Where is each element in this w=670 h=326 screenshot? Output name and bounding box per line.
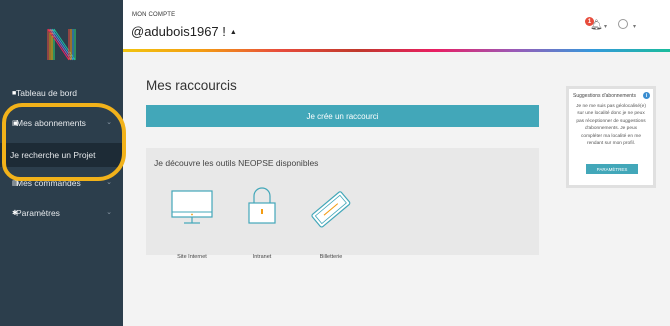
neopse-logo[interactable]: [45, 27, 78, 62]
sidebar-item-label: Tableau de bord: [16, 88, 77, 98]
tool-label: Intranet: [252, 254, 272, 260]
suggestions-text: Je ne me suis pas géolocalisé(e) sur une…: [576, 104, 646, 147]
chevron-down-icon: ⌄: [106, 179, 112, 186]
sidebar-item-label: Je recherche un Projet: [10, 150, 96, 160]
sidebar-item-subscriptions[interactable]: ▣ Mes abonnements ⌄: [0, 112, 123, 134]
sidebar-item-settings[interactable]: ✱ Paramètres ⌄: [0, 202, 123, 224]
suggestions-card: Suggestions d'abonnements i Je ne me sui…: [566, 86, 656, 188]
rainbow-divider: [123, 49, 670, 52]
chevron-down-icon: ⌄: [106, 119, 112, 126]
caret-up-icon: ▲: [229, 29, 237, 37]
tool-billetterie[interactable]: Billetterie: [301, 178, 361, 260]
notification-badge: 1: [585, 17, 594, 26]
tool-label: Billetterie: [319, 254, 343, 260]
orders-icon: ▤: [12, 180, 19, 187]
sidebar-item-label: Paramètres: [16, 208, 60, 218]
sidebar-item-label: Mes commandes: [16, 178, 81, 188]
tool-intranet[interactable]: Intranet: [232, 178, 292, 260]
dashboard-icon: ■: [12, 89, 17, 97]
create-shortcut-button[interactable]: Je crée un raccourci: [146, 105, 539, 127]
username-menu[interactable]: @adubois1967 ! ▲: [131, 24, 237, 39]
lock-icon: [248, 187, 276, 224]
monitor-icon: [171, 190, 213, 224]
settings-button[interactable]: PARAMÈTRES: [586, 164, 638, 174]
user-icon[interactable]: [618, 19, 628, 29]
header: MON COMPTE @adubois1967 ! ▲ 🔔︎ 1 ▾ ▾: [123, 0, 670, 52]
tools-panel: Je découvre les outils NEOPSE disponible…: [146, 148, 539, 260]
account-caption: MON COMPTE: [132, 12, 176, 18]
chevron-down-icon[interactable]: ▾: [604, 23, 607, 30]
page-title: Mes raccourcis: [146, 78, 237, 93]
sidebar-item-label: Mes abonnements: [16, 118, 86, 128]
sidebar-item-orders[interactable]: ▤ Mes commandes ⌄: [0, 172, 123, 194]
sidebar: ■ Tableau de bord ▣ Mes abonnements ⌄ Je…: [0, 0, 123, 326]
tool-site-internet[interactable]: Site Internet: [162, 178, 222, 260]
info-icon[interactable]: i: [643, 92, 650, 99]
sidebar-item-search-project[interactable]: Je recherche un Projet: [0, 143, 123, 167]
username: @adubois1967 !: [131, 24, 226, 39]
chevron-down-icon[interactable]: ▾: [633, 23, 636, 30]
gear-icon: ✱: [12, 210, 18, 217]
sidebar-item-dashboard[interactable]: ■ Tableau de bord: [0, 82, 123, 104]
tools-title: Je découvre les outils NEOPSE disponible…: [154, 158, 319, 168]
chevron-down-icon: ⌄: [106, 209, 112, 216]
tool-label: Site Internet: [177, 254, 207, 260]
ticket-icon: [311, 191, 351, 228]
suggestions-title: Suggestions d'abonnements: [573, 93, 636, 99]
subscriptions-icon: ▣: [12, 120, 19, 127]
